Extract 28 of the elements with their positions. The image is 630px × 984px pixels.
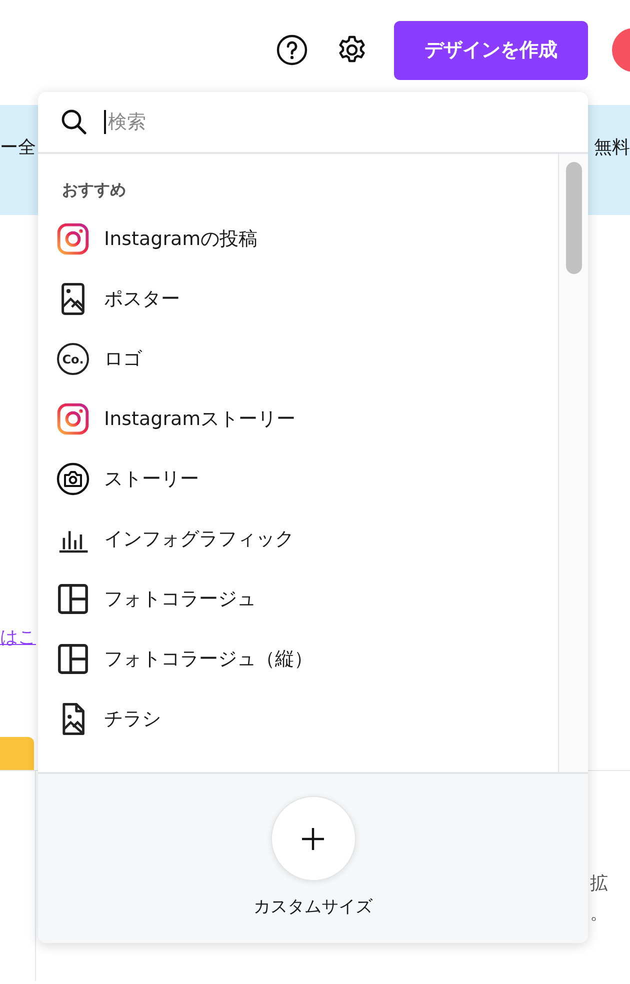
design-type-item[interactable]: フォトコラージュ [56,569,558,629]
collage-icon [56,642,90,676]
collage-icon [56,582,90,616]
camera-icon [56,462,90,496]
plus-icon [300,826,326,852]
design-type-item[interactable]: ストーリー [56,449,558,509]
body-text: 拡 [590,872,609,896]
instagram-icon [56,402,90,436]
scrollbar-thumb[interactable] [566,162,582,274]
create-design-button[interactable]: デザインを作成 [394,20,588,80]
link[interactable]: はこ [0,625,40,649]
custom-size-label: カスタムサイズ [254,896,372,918]
banner-text: 無料 [594,136,630,159]
banner-text: ー全 [0,136,36,159]
design-type-item[interactable]: Instagramの投稿 [56,209,558,269]
design-type-item[interactable]: チラシ [56,689,558,749]
design-type-item[interactable]: フォトコラージュ（縦） [56,629,558,689]
design-type-item[interactable]: Instagramストーリー [56,389,558,449]
section-heading: おすすめ [61,180,127,201]
tab-corner [0,737,34,770]
logo-icon: Co. [56,342,90,376]
design-type-item[interactable]: ポスター [56,269,558,329]
search-icon [60,108,88,136]
body-text: 。 [590,902,609,926]
design-type-item[interactable]: Co. ロゴ [56,329,558,389]
instagram-icon [56,222,90,256]
help-icon[interactable] [276,34,308,66]
design-type-item[interactable]: インフォグラフィック [56,509,558,569]
